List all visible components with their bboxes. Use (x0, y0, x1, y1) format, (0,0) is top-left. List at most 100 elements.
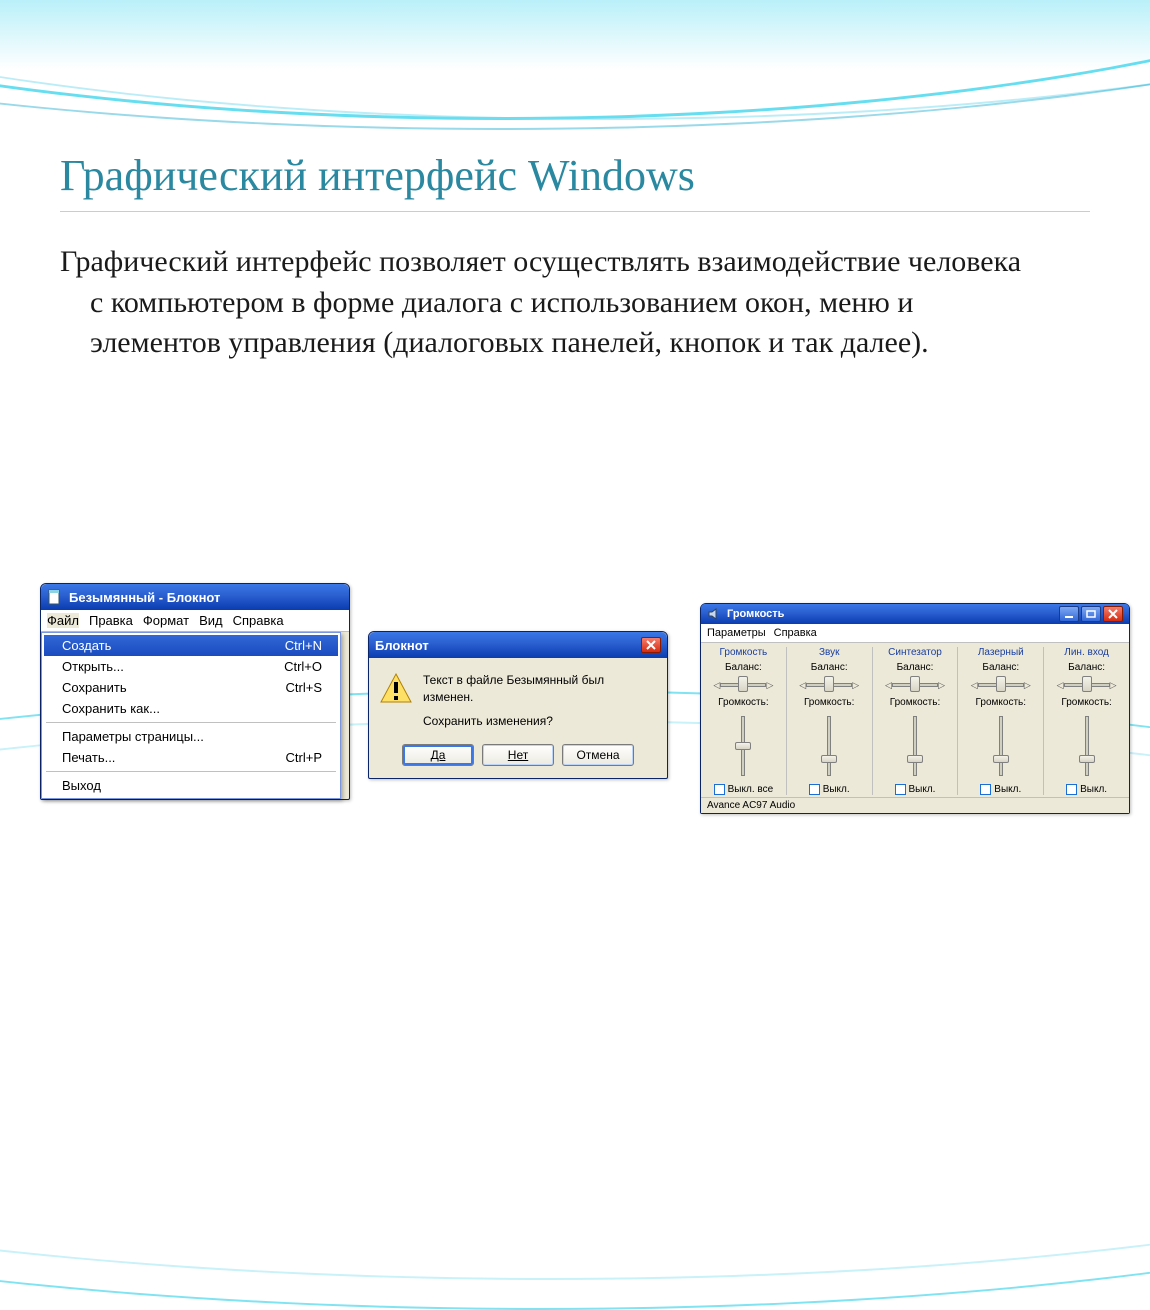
balance-slider[interactable]: ◁▷ (713, 676, 773, 694)
menu-file[interactable]: Файл (47, 613, 79, 628)
menu-item-label: Печать... (62, 750, 115, 765)
menu-edit[interactable]: Правка (89, 613, 133, 628)
mixer-channel: Лазерный Баланс: ◁▷ Громкость: Выкл. (964, 647, 1037, 795)
mute-label: Выкл. (823, 784, 850, 795)
balance-slider[interactable]: ◁▷ (971, 676, 1031, 694)
examples-row: Безымянный - Блокнот Файл Правка Формат … (40, 583, 1130, 814)
notepad-menubar: Файл Правка Формат Вид Справка (41, 610, 349, 632)
title-divider (60, 211, 1090, 212)
menu-item[interactable]: Параметры страницы... (44, 726, 338, 747)
volume-label: Громкость: (890, 697, 940, 708)
volume-label: Громкость: (804, 697, 854, 708)
volume-slider[interactable] (733, 711, 753, 781)
menu-item[interactable]: Открыть...Ctrl+O (44, 656, 338, 677)
balance-slider[interactable]: ◁▷ (799, 676, 859, 694)
mixer-body: ГромкостьБаланс:◁▷Громкость:Выкл. всеЗву… (701, 643, 1129, 797)
checkbox-icon (809, 784, 820, 795)
volume-slider[interactable] (991, 711, 1011, 781)
menu-item-shortcut: Ctrl+N (285, 638, 322, 653)
menu-item-label: Параметры страницы... (62, 729, 204, 744)
volume-mixer: Громкость Параметры Справка Громкость Бал… (700, 603, 1130, 814)
mixer-channel: Громкость Баланс: ◁▷ Громкость: Выкл. все (707, 647, 780, 795)
channel-name: Громкость (720, 647, 768, 659)
balance-slider[interactable]: ◁▷ (1057, 676, 1117, 694)
yes-button[interactable]: Да (402, 744, 474, 766)
notepad-window: Безымянный - Блокнот Файл Правка Формат … (40, 583, 350, 800)
close-button[interactable] (641, 637, 661, 653)
mixer-channel: Синтезатор Баланс: ◁▷ Громкость: Выкл. (879, 647, 952, 795)
messagebox: Блокнот Текст в файле Безы (368, 631, 668, 779)
menu-item-shortcut: Ctrl+S (286, 680, 322, 695)
messagebox-title: Блокнот (375, 638, 429, 653)
menu-item[interactable]: Создать Ctrl+N (44, 635, 338, 656)
menu-item[interactable]: Выход (44, 775, 338, 796)
mute-checkbox[interactable]: Выкл. (1066, 784, 1107, 795)
volume-slider[interactable] (905, 711, 925, 781)
menu-separator (46, 722, 336, 723)
mute-label: Выкл. (1080, 784, 1107, 795)
close-button[interactable] (1103, 606, 1123, 622)
notepad-icon (47, 589, 63, 605)
slide: Графический интерфейс Windows Графически… (0, 0, 1150, 864)
notepad-title: Безымянный - Блокнот (69, 590, 220, 605)
menu-item-shortcut: Ctrl+O (284, 659, 322, 674)
mixer-statusbar: Avance AC97 Audio (701, 797, 1129, 813)
volume-slider[interactable] (1077, 711, 1097, 781)
slide-title: Графический интерфейс Windows (60, 150, 1090, 201)
no-button[interactable]: Нет (482, 744, 554, 766)
cancel-button[interactable]: Отмена (562, 744, 634, 766)
channel-name: Синтезатор (888, 647, 942, 659)
balance-slider[interactable]: ◁▷ (885, 676, 945, 694)
balance-label: Баланс: (811, 662, 848, 673)
mute-label: Выкл. все (728, 784, 774, 795)
menu-item-label: Выход (62, 778, 101, 793)
mute-checkbox[interactable]: Выкл. (895, 784, 936, 795)
menu-item-label: Сохранить (62, 680, 127, 695)
menu-view[interactable]: Вид (199, 613, 223, 628)
mixer-title: Громкость (727, 608, 784, 620)
balance-label: Баланс: (1068, 662, 1105, 673)
slide-body-text: Графический интерфейс позволяет осуществ… (60, 242, 1040, 364)
mute-checkbox[interactable]: Выкл. все (714, 784, 774, 795)
menu-item[interactable]: Сохранить Ctrl+S (44, 677, 338, 698)
menu-item-label: Сохранить как... (62, 701, 160, 716)
channel-name: Лазерный (978, 647, 1024, 659)
warning-icon (379, 672, 413, 706)
mixer-menubar: Параметры Справка (701, 624, 1129, 643)
mixer-menu-help[interactable]: Справка (774, 627, 817, 639)
checkbox-icon (895, 784, 906, 795)
volume-label: Громкость: (976, 697, 1026, 708)
checkbox-icon (980, 784, 991, 795)
channel-separator (786, 647, 787, 795)
balance-label: Баланс: (982, 662, 1019, 673)
messagebox-titlebar[interactable]: Блокнот (369, 632, 667, 658)
mute-checkbox[interactable]: Выкл. (809, 784, 850, 795)
menu-help[interactable]: Справка (233, 613, 284, 628)
channel-separator (1043, 647, 1044, 795)
channel-name: Лин. вход (1064, 647, 1109, 659)
volume-label: Громкость: (718, 697, 768, 708)
speaker-icon (707, 606, 723, 622)
minimize-button[interactable] (1059, 606, 1079, 622)
channel-separator (872, 647, 873, 795)
menu-item[interactable]: Сохранить как... (44, 698, 338, 719)
volume-slider[interactable] (819, 711, 839, 781)
channel-separator (957, 647, 958, 795)
balance-label: Баланс: (725, 662, 762, 673)
mute-checkbox[interactable]: Выкл. (980, 784, 1021, 795)
menu-item[interactable]: Печать...Ctrl+P (44, 747, 338, 768)
file-dropdown: Создать Ctrl+N Открыть...Ctrl+O Сохранить Ct… (41, 632, 341, 799)
notepad-titlebar[interactable]: Безымянный - Блокнот (41, 584, 349, 610)
mixer-titlebar[interactable]: Громкость (701, 604, 1129, 624)
menu-format[interactable]: Формат (143, 613, 189, 628)
messagebox-line2: Сохранить изменения? (423, 713, 657, 730)
mixer-channel: ЗвукБаланс:◁▷Громкость:Выкл. (793, 647, 866, 795)
checkbox-icon (1066, 784, 1077, 795)
menu-item-label: Создать (62, 638, 111, 653)
checkbox-icon (714, 784, 725, 795)
volume-label: Громкость: (1061, 697, 1111, 708)
mixer-menu-options[interactable]: Параметры (707, 627, 766, 639)
messagebox-line1: Текст в файле Безымянный был изменен. (423, 672, 657, 707)
balance-label: Баланс: (897, 662, 934, 673)
maximize-button[interactable] (1081, 606, 1101, 622)
